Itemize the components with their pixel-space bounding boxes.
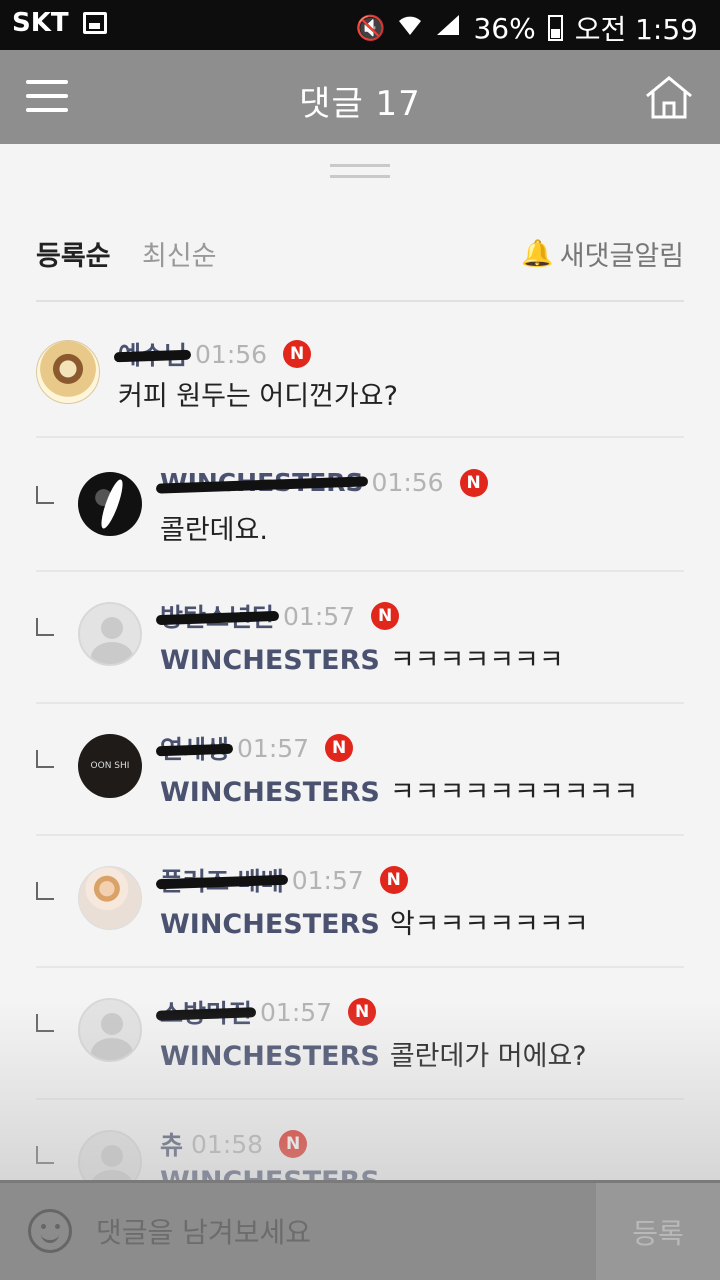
new-badge: N	[279, 1130, 308, 1158]
bell-icon: 🔔	[521, 238, 554, 269]
comment-text: 콜란데가 머에요?	[389, 1041, 587, 1072]
mention-link[interactable]: WINCHESTERS	[160, 777, 380, 808]
comment-author[interactable]: 플러즈 배배	[160, 862, 284, 898]
carrier-label: SKT	[12, 8, 69, 38]
drag-handle[interactable]	[330, 164, 390, 178]
comment-time: 01:57	[237, 733, 310, 763]
comment-author[interactable]: 예수님	[118, 336, 187, 372]
comment-text: 커피 원두는 어디껀가요?	[118, 381, 398, 412]
comment-author[interactable]: 방탄소년단	[160, 598, 275, 634]
reply-item: 플러즈 배배 01:57 N WINCHESTERS 악ㅋㅋㅋㅋㅋㅋㅋ	[36, 836, 684, 968]
sort-registered-tab[interactable]: 등록순	[36, 234, 111, 273]
mention-link[interactable]: WINCHESTERS	[160, 1041, 380, 1072]
comment-time: 01:57	[260, 997, 333, 1027]
comment-text: ㅋㅋㅋㅋㅋㅋㅋ	[389, 645, 564, 676]
reply-item: WINCHESTERS 01:56 N 콜란데요.	[36, 440, 684, 572]
clock: 오전 1:59	[574, 13, 698, 46]
comment-input-bar: 등록	[0, 1180, 720, 1280]
comment-author[interactable]: WINCHESTERS	[160, 468, 364, 497]
default-avatar[interactable]	[78, 998, 142, 1062]
mention-link[interactable]: WINCHESTERS	[160, 909, 380, 940]
comment-item: 예수님 01:56 N 커피 원두는 어디껀가요?	[36, 306, 684, 438]
status-bar: SKT 🔇 36% 오전 1:59	[0, 0, 720, 50]
logo-avatar[interactable]: OON SHI	[78, 734, 142, 798]
page-title: 댓글 17	[299, 84, 421, 124]
mention-link[interactable]: WINCHESTERS	[160, 1166, 380, 1180]
signal-icon	[435, 13, 461, 43]
comment-author[interactable]: 츄	[160, 1126, 183, 1162]
comment-author[interactable]: 소방마진	[160, 994, 252, 1030]
photo-avatar[interactable]	[78, 866, 142, 930]
comment-author[interactable]: 연세생	[160, 730, 229, 766]
reply-item: 츄 01:58 N WINCHESTERS	[36, 1100, 684, 1180]
battery-icon	[547, 15, 563, 41]
comment-time: 01:57	[283, 601, 356, 631]
sort-bar: 등록순 최신순 🔔 새댓글알림	[36, 234, 684, 278]
app-bar: 댓글 17	[0, 50, 720, 144]
jesus-avatar[interactable]	[36, 340, 100, 404]
new-comment-alert-label: 새댓글알림	[559, 241, 684, 272]
comment-text: 콜란데요.	[160, 515, 268, 546]
home-icon[interactable]	[644, 74, 694, 120]
comment-input[interactable]	[96, 1203, 586, 1261]
new-badge: N	[371, 602, 400, 630]
reply-item: 소방마진 01:57 N WINCHESTERS 콜란데가 머에요?	[36, 968, 684, 1100]
sort-latest-tab[interactable]: 최신순	[142, 234, 217, 273]
reply-indicator-icon	[36, 882, 54, 900]
reply-indicator-icon	[36, 1014, 54, 1032]
submit-button[interactable]: 등록	[596, 1183, 720, 1280]
mute-icon: 🔇	[355, 14, 386, 42]
new-badge: N	[325, 734, 354, 762]
default-avatar[interactable]	[78, 602, 142, 666]
comment-time: 01:56	[195, 339, 268, 369]
reply-indicator-icon	[36, 1146, 54, 1164]
comment-text: 악ㅋㅋㅋㅋㅋㅋㅋ	[389, 909, 589, 940]
default-avatar[interactable]	[78, 1130, 142, 1180]
reply-item: OON SHI 연세생 01:57 N WINCHESTERS ㅋㅋㅋㅋㅋㅋㅋㅋㅋ…	[36, 704, 684, 836]
reply-indicator-icon	[36, 750, 54, 768]
gallery-notification-icon	[82, 12, 107, 34]
comment-time: 01:58	[191, 1129, 264, 1159]
divider	[36, 300, 684, 302]
reply-indicator-icon	[36, 486, 54, 504]
dark-avatar[interactable]	[78, 472, 142, 536]
new-badge: N	[348, 998, 377, 1026]
reply-indicator-icon	[36, 618, 54, 636]
new-badge: N	[459, 468, 488, 497]
mention-link[interactable]: WINCHESTERS	[160, 645, 380, 676]
battery-percent: 36%	[473, 11, 536, 45]
new-comment-alert-button[interactable]: 🔔 새댓글알림	[521, 234, 684, 273]
comment-text: ㅋㅋㅋㅋㅋㅋㅋㅋㅋㅋ	[389, 777, 639, 808]
wifi-icon	[397, 13, 423, 43]
new-badge: N	[379, 866, 408, 894]
reply-item: 방탄소년단 01:57 N WINCHESTERS ㅋㅋㅋㅋㅋㅋㅋ	[36, 572, 684, 704]
comment-time: 01:57	[291, 865, 364, 895]
comment-time: 01:56	[371, 468, 444, 497]
new-badge: N	[283, 340, 312, 368]
emoji-icon[interactable]	[28, 1209, 72, 1253]
